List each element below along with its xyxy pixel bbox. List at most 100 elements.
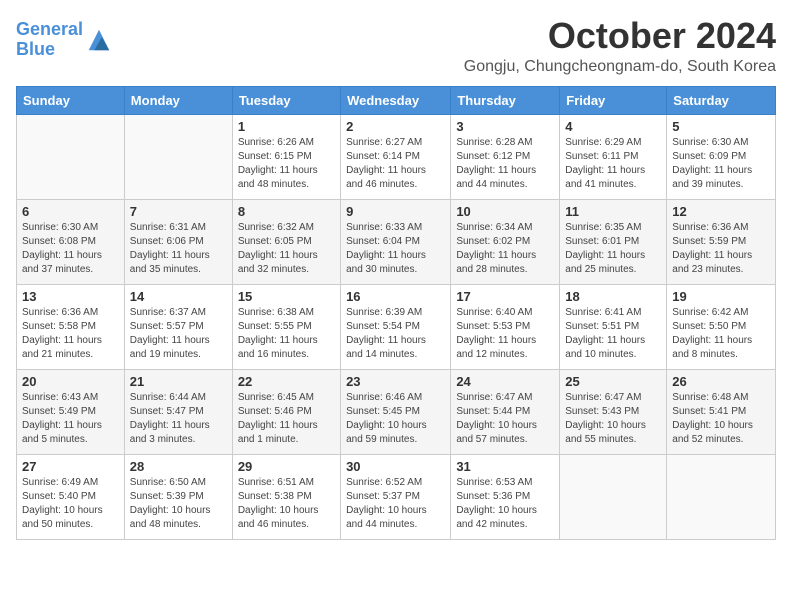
- title-section: October 2024 Gongju, Chungcheongnam-do, …: [464, 16, 776, 76]
- logo-general: General: [16, 19, 83, 39]
- calendar-cell: 20 Sunrise: 6:43 AMSunset: 5:49 PMDayligh…: [17, 369, 125, 454]
- calendar-cell: 29 Sunrise: 6:51 AMSunset: 5:38 PMDayligh…: [232, 454, 340, 539]
- day-detail: Sunrise: 6:29 AMSunset: 6:11 PMDaylight:…: [565, 136, 661, 192]
- weekday-header-wednesday: Wednesday: [341, 86, 451, 114]
- day-number: 16: [346, 289, 445, 304]
- calendar-cell: 8 Sunrise: 6:32 AMSunset: 6:05 PMDaylight…: [232, 199, 340, 284]
- day-number: 14: [130, 289, 227, 304]
- day-detail: Sunrise: 6:30 AMSunset: 6:08 PMDaylight:…: [22, 221, 119, 277]
- calendar-cell: 16 Sunrise: 6:39 AMSunset: 5:54 PMDayligh…: [341, 284, 451, 369]
- day-detail: Sunrise: 6:39 AMSunset: 5:54 PMDaylight:…: [346, 306, 445, 362]
- weekday-header-monday: Monday: [124, 86, 232, 114]
- calendar-cell: 31 Sunrise: 6:53 AMSunset: 5:36 PMDayligh…: [451, 454, 560, 539]
- day-number: 24: [456, 374, 554, 389]
- day-number: 27: [22, 459, 119, 474]
- calendar-table: SundayMondayTuesdayWednesdayThursdayFrid…: [16, 86, 776, 540]
- day-number: 21: [130, 374, 227, 389]
- day-detail: Sunrise: 6:33 AMSunset: 6:04 PMDaylight:…: [346, 221, 445, 277]
- day-detail: Sunrise: 6:41 AMSunset: 5:51 PMDaylight:…: [565, 306, 661, 362]
- calendar-cell: [17, 114, 125, 199]
- day-detail: Sunrise: 6:27 AMSunset: 6:14 PMDaylight:…: [346, 136, 445, 192]
- day-detail: Sunrise: 6:43 AMSunset: 5:49 PMDaylight:…: [22, 391, 119, 447]
- day-detail: Sunrise: 6:49 AMSunset: 5:40 PMDaylight:…: [22, 476, 119, 532]
- day-detail: Sunrise: 6:28 AMSunset: 6:12 PMDaylight:…: [456, 136, 554, 192]
- day-number: 10: [456, 204, 554, 219]
- day-number: 2: [346, 119, 445, 134]
- weekday-header-friday: Friday: [560, 86, 667, 114]
- day-detail: Sunrise: 6:32 AMSunset: 6:05 PMDaylight:…: [238, 221, 335, 277]
- calendar-cell: 14Sunrise: 6:37 AMSunset: 5:57 PMDayligh…: [124, 284, 232, 369]
- day-number: 28: [130, 459, 227, 474]
- logo-blue: Blue: [16, 39, 55, 59]
- calendar-cell: 10 Sunrise: 6:34 AMSunset: 6:02 PMDayligh…: [451, 199, 560, 284]
- logo-icon: [85, 26, 113, 54]
- calendar-cell: 3 Sunrise: 6:28 AMSunset: 6:12 PMDaylight…: [451, 114, 560, 199]
- day-number: 19: [672, 289, 770, 304]
- weekday-header-tuesday: Tuesday: [232, 86, 340, 114]
- day-number: 4: [565, 119, 661, 134]
- day-detail: Sunrise: 6:46 AMSunset: 5:45 PMDaylight:…: [346, 391, 445, 447]
- calendar-cell: 28 Sunrise: 6:50 AMSunset: 5:39 PMDayligh…: [124, 454, 232, 539]
- week-row-3: 20 Sunrise: 6:43 AMSunset: 5:49 PMDayligh…: [17, 369, 776, 454]
- day-detail: Sunrise: 6:50 AMSunset: 5:39 PMDaylight:…: [130, 476, 227, 532]
- day-number: 7: [130, 204, 227, 219]
- week-row-2: 13 Sunrise: 6:36 AMSunset: 5:58 PMDayligh…: [17, 284, 776, 369]
- day-detail: Sunrise: 6:53 AMSunset: 5:36 PMDaylight:…: [456, 476, 554, 532]
- day-number: 23: [346, 374, 445, 389]
- day-detail: Sunrise: 6:38 AMSunset: 5:55 PMDaylight:…: [238, 306, 335, 362]
- month-title: October 2024: [464, 16, 776, 56]
- page-header: General Blue October 2024 Gongju, Chungc…: [16, 16, 776, 76]
- day-number: 8: [238, 204, 335, 219]
- day-number: 20: [22, 374, 119, 389]
- calendar-cell: 24Sunrise: 6:47 AMSunset: 5:44 PMDayligh…: [451, 369, 560, 454]
- calendar-cell: 7 Sunrise: 6:31 AMSunset: 6:06 PMDaylight…: [124, 199, 232, 284]
- calendar-cell: 9 Sunrise: 6:33 AMSunset: 6:04 PMDaylight…: [341, 199, 451, 284]
- calendar-cell: 12Sunrise: 6:36 AMSunset: 5:59 PMDayligh…: [667, 199, 776, 284]
- day-number: 15: [238, 289, 335, 304]
- day-detail: Sunrise: 6:36 AMSunset: 5:59 PMDaylight:…: [672, 221, 770, 277]
- day-number: 9: [346, 204, 445, 219]
- day-number: 13: [22, 289, 119, 304]
- day-number: 5: [672, 119, 770, 134]
- day-detail: Sunrise: 6:30 AMSunset: 6:09 PMDaylight:…: [672, 136, 770, 192]
- day-number: 11: [565, 204, 661, 219]
- calendar-cell: [667, 454, 776, 539]
- day-number: 29: [238, 459, 335, 474]
- day-detail: Sunrise: 6:34 AMSunset: 6:02 PMDaylight:…: [456, 221, 554, 277]
- day-number: 31: [456, 459, 554, 474]
- calendar-cell: 17Sunrise: 6:40 AMSunset: 5:53 PMDayligh…: [451, 284, 560, 369]
- calendar-cell: 1Sunrise: 6:26 AMSunset: 6:15 PMDaylight…: [232, 114, 340, 199]
- calendar-cell: 21Sunrise: 6:44 AMSunset: 5:47 PMDayligh…: [124, 369, 232, 454]
- day-detail: Sunrise: 6:51 AMSunset: 5:38 PMDaylight:…: [238, 476, 335, 532]
- day-number: 1: [238, 119, 335, 134]
- day-number: 22: [238, 374, 335, 389]
- calendar-cell: 30Sunrise: 6:52 AMSunset: 5:37 PMDayligh…: [341, 454, 451, 539]
- day-number: 18: [565, 289, 661, 304]
- day-detail: Sunrise: 6:47 AMSunset: 5:43 PMDaylight:…: [565, 391, 661, 447]
- calendar-cell: 6Sunrise: 6:30 AMSunset: 6:08 PMDaylight…: [17, 199, 125, 284]
- calendar-cell: [124, 114, 232, 199]
- calendar-cell: 5 Sunrise: 6:30 AMSunset: 6:09 PMDaylight…: [667, 114, 776, 199]
- day-detail: Sunrise: 6:36 AMSunset: 5:58 PMDaylight:…: [22, 306, 119, 362]
- calendar-cell: 25Sunrise: 6:47 AMSunset: 5:43 PMDayligh…: [560, 369, 667, 454]
- day-number: 30: [346, 459, 445, 474]
- day-detail: Sunrise: 6:48 AMSunset: 5:41 PMDaylight:…: [672, 391, 770, 447]
- day-detail: Sunrise: 6:35 AMSunset: 6:01 PMDaylight:…: [565, 221, 661, 277]
- calendar-cell: 26 Sunrise: 6:48 AMSunset: 5:41 PMDayligh…: [667, 369, 776, 454]
- calendar-cell: 2 Sunrise: 6:27 AMSunset: 6:14 PMDaylight…: [341, 114, 451, 199]
- calendar-cell: [560, 454, 667, 539]
- day-number: 26: [672, 374, 770, 389]
- day-number: 17: [456, 289, 554, 304]
- calendar-cell: 13 Sunrise: 6:36 AMSunset: 5:58 PMDayligh…: [17, 284, 125, 369]
- day-detail: Sunrise: 6:45 AMSunset: 5:46 PMDaylight:…: [238, 391, 335, 447]
- day-detail: Sunrise: 6:31 AMSunset: 6:06 PMDaylight:…: [130, 221, 227, 277]
- weekday-header-row: SundayMondayTuesdayWednesdayThursdayFrid…: [17, 86, 776, 114]
- day-number: 3: [456, 119, 554, 134]
- calendar-cell: 4 Sunrise: 6:29 AMSunset: 6:11 PMDaylight…: [560, 114, 667, 199]
- calendar-cell: 19Sunrise: 6:42 AMSunset: 5:50 PMDayligh…: [667, 284, 776, 369]
- location-subtitle: Gongju, Chungcheongnam-do, South Korea: [464, 58, 776, 76]
- calendar-cell: 11 Sunrise: 6:35 AMSunset: 6:01 PMDayligh…: [560, 199, 667, 284]
- calendar-cell: 27 Sunrise: 6:49 AMSunset: 5:40 PMDayligh…: [17, 454, 125, 539]
- weekday-header-sunday: Sunday: [17, 86, 125, 114]
- weekday-header-saturday: Saturday: [667, 86, 776, 114]
